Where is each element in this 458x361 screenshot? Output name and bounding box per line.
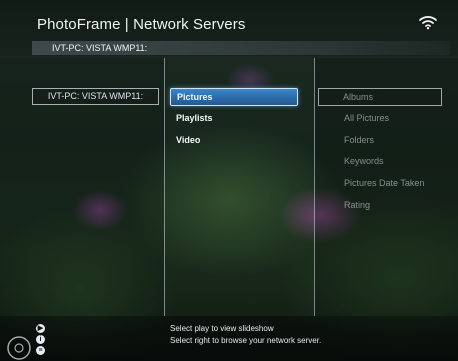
page-title: PhotoFrame | Network Servers [37,16,246,33]
column-divider [314,58,315,316]
submenu-item-albums[interactable]: Albums [318,88,442,106]
photoframe-screen: PhotoFrame | Network Servers IVT-PC: VIS… [0,0,458,361]
info-button-icon[interactable]: i [36,335,45,344]
submenu-item-keywords[interactable]: Keywords [318,152,442,170]
footer-hint-browse: Select right to browse your network serv… [170,336,322,345]
play-button-icon[interactable]: ▶ [36,324,45,333]
footer-hint-play: Select play to view slideshow [170,324,274,333]
server-item[interactable]: IVT-PC: VISTA WMP11: [32,88,159,105]
submenu-item-pictures-date-taken[interactable]: Pictures Date Taken [318,174,442,192]
column-divider [164,58,165,316]
menu-item-video[interactable]: Video [170,131,298,149]
menu-button-icon[interactable]: ≡ [36,346,45,355]
footer: Select play to view slideshow Select rig… [0,316,458,361]
wifi-icon [419,16,437,30]
menu-item-pictures[interactable]: Pictures [170,88,298,106]
submenu-item-all-pictures[interactable]: All Pictures [318,109,442,127]
submenu-item-rating[interactable]: Rating [318,196,442,214]
submenu-item-folders[interactable]: Folders [318,131,442,149]
breadcrumb: IVT-PC: VISTA WMP11: [52,43,148,53]
menu-item-playlists[interactable]: Playlists [170,109,298,127]
header: PhotoFrame | Network Servers IVT-PC: VIS… [0,0,458,56]
